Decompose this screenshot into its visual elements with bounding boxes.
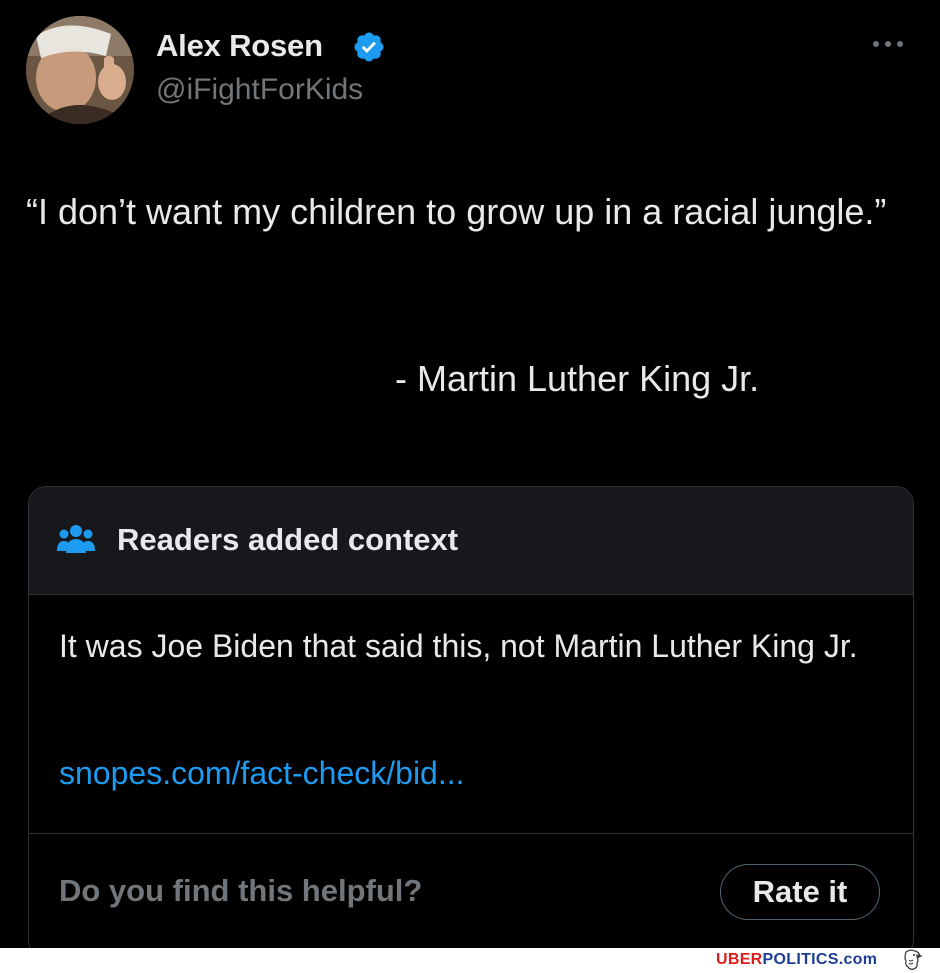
author-handle[interactable]: @iFightForKids — [156, 73, 363, 107]
community-note-header: Readers added context — [29, 487, 913, 595]
verified-badge-icon — [354, 32, 384, 62]
readers-icon — [57, 525, 95, 553]
divider — [29, 833, 913, 834]
helpful-question: Do you find this helpful? — [59, 873, 423, 908]
eagle-logo-icon — [904, 949, 923, 970]
profile-photo — [26, 16, 134, 124]
post-card: Alex Rosen @iFightForKids “I don’t want … — [0, 0, 940, 948]
community-note-source-link[interactable]: snopes.com/fact-check/bid... — [59, 755, 465, 792]
more-options-icon[interactable] — [868, 34, 908, 54]
community-note: Readers added context It was Joe Biden t… — [28, 486, 914, 948]
rate-it-button[interactable]: Rate it — [720, 864, 880, 920]
footer: UBERPOLITICS.com — [0, 948, 940, 973]
community-note-title: Readers added context — [117, 522, 459, 557]
avatar[interactable] — [26, 16, 134, 124]
author-name[interactable]: Alex Rosen — [156, 28, 323, 64]
post-attribution: - Martin Luther King Jr. — [395, 358, 760, 399]
post-text: “I don’t want my children to grow up in … — [26, 191, 887, 232]
watermark: UBERPOLITICS.com — [716, 951, 878, 968]
community-note-body: It was Joe Biden that said this, not Mar… — [59, 628, 858, 664]
